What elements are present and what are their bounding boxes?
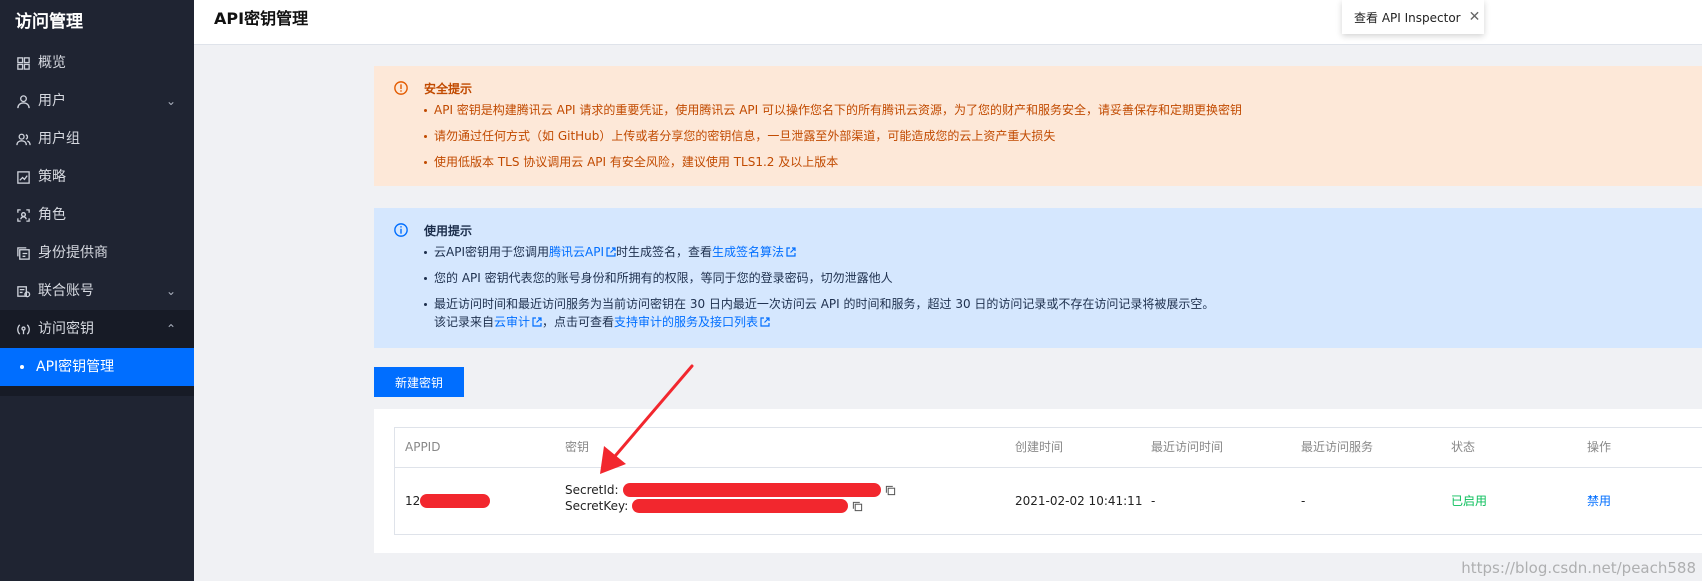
cloud-audit-link[interactable]: 云审计 — [494, 315, 530, 329]
sidebar-item-label: 身份提供商 — [38, 245, 108, 261]
annotation-arrow-icon — [600, 364, 694, 474]
column-header-status: 状态 — [1451, 440, 1476, 454]
column-header-last-access-service: 最近访问服务 — [1301, 440, 1374, 454]
user-group-icon — [15, 131, 31, 147]
tencent-cloud-api-link[interactable]: 腾讯云API — [549, 245, 604, 259]
usage-text: ，点击可查看 — [542, 315, 615, 329]
sidebar-item-policies[interactable]: 策略 — [0, 158, 194, 196]
sidebar-item-identity-providers[interactable]: 身份提供商 — [0, 234, 194, 272]
chevron-down-icon[interactable]: ⌄ — [166, 272, 176, 310]
sidebar-item-users[interactable]: 用户 ⌄ — [0, 82, 194, 120]
policy-icon — [15, 169, 31, 185]
external-link-icon — [760, 317, 770, 327]
secret-key-label: SecretKey: — [565, 499, 629, 513]
usage-notice-item: 最近访问时间和最近访问服务为当前访问密钥在 30 日内最近一次访问云 API 的… — [424, 295, 1702, 331]
close-icon[interactable]: ✕ — [1469, 9, 1481, 25]
usage-text: 云API密钥用于您调用 — [434, 245, 549, 259]
chevron-down-icon[interactable]: ⌄ — [166, 82, 176, 120]
usage-notice-item: 云API密钥用于您调用腾讯云API 时生成签名，查看生成签名算法 — [424, 243, 1702, 261]
warning-icon — [394, 81, 408, 95]
sidebar-item-user-groups[interactable]: 用户组 — [0, 120, 194, 158]
column-header-actions: 操作 — [1587, 440, 1612, 454]
page-title: API密钥管理 — [214, 9, 309, 28]
keys-table-card: APPID 密钥 创建时间 最近访问时间 最近访问服务 状态 操作 12 Sec… — [374, 409, 1702, 553]
signature-algorithm-link[interactable]: 生成签名算法 — [712, 245, 784, 259]
sidebar-item-label: 联合账号 — [38, 283, 94, 299]
external-link-icon — [532, 317, 542, 327]
usage-text: 该记录来自 — [434, 315, 495, 329]
copy-icon[interactable] — [885, 485, 896, 496]
sidebar-item-roles[interactable]: 角色 — [0, 196, 194, 234]
sidebar-item-api-key-management[interactable]: API密钥管理 — [0, 348, 194, 386]
sidebar-item-label: 概览 — [38, 55, 66, 71]
role-icon — [15, 207, 31, 223]
usage-text: 时生成签名，查看 — [616, 245, 713, 259]
usage-text: 最近访问时间和最近访问服务为当前访问密钥在 30 日内最近一次访问云 API 的… — [434, 297, 1215, 311]
sidebar-item-label: 角色 — [38, 207, 66, 223]
security-notice-title: 安全提示 — [424, 82, 473, 96]
security-notice-item: API 密钥是构建腾讯云 API 请求的重要凭证，使用腾讯云 API 可以操作您… — [424, 101, 1702, 119]
watermark: https://blog.csdn.net/peach588 — [1461, 559, 1696, 577]
column-header-created: 创建时间 — [1015, 440, 1064, 454]
security-notice-item: 请勿通过任何方式（如 GitHub）上传或者分享您的密钥信息，一旦泄露至外部渠道… — [424, 127, 1702, 145]
federated-account-icon — [15, 283, 31, 299]
redaction-mark — [420, 494, 491, 508]
user-icon — [15, 93, 31, 109]
copy-icon[interactable] — [852, 501, 863, 512]
created-time-cell: 2021-02-02 10:41:11 — [1015, 494, 1143, 508]
sidebar-item-label: 用户组 — [38, 131, 80, 147]
audit-services-link[interactable]: 支持审计的服务及接口列表 — [614, 315, 758, 329]
sidebar-title: 访问管理 — [15, 12, 83, 32]
info-icon — [394, 223, 408, 237]
external-link-icon — [786, 247, 796, 257]
security-notice-item: 使用低版本 TLS 协议调用云 API 有安全风险，建议使用 TLS1.2 及以… — [424, 153, 1702, 171]
redaction-mark — [622, 483, 881, 497]
usage-notice: 使用提示 云API密钥用于您调用腾讯云API 时生成签名，查看生成签名算法 您的 … — [374, 208, 1702, 348]
appid-prefix: 12 — [405, 494, 421, 508]
chevron-up-icon[interactable]: ⌃ — [166, 310, 176, 348]
sidebar-item-label: 访问密钥 — [38, 321, 94, 337]
column-header-appid: APPID — [405, 440, 441, 454]
sidebar-item-label: 策略 — [38, 169, 66, 185]
disable-link[interactable]: 禁用 — [1587, 468, 1611, 534]
sidebar-item-federated-accounts[interactable]: 联合账号 ⌄ — [0, 272, 194, 310]
sidebar-item-label: 用户 — [38, 93, 66, 109]
last-access-time-cell: - — [1151, 494, 1156, 508]
sidebar-submenu: API密钥管理 — [0, 348, 194, 396]
appid-cell: 12 — [405, 468, 491, 534]
usage-notice-title: 使用提示 — [424, 224, 473, 238]
create-key-button[interactable]: 新建密钥 — [374, 367, 464, 397]
secret-id-label: SecretId: — [565, 483, 619, 497]
table-row: 12 SecretId: SecretKey: 2021-02-02 10:41… — [395, 468, 1702, 534]
security-notice: 安全提示 API 密钥是构建腾讯云 API 请求的重要凭证，使用腾讯云 API … — [374, 66, 1702, 186]
sidebar-subitem-label: API密钥管理 — [36, 359, 115, 375]
grid-icon — [15, 55, 31, 71]
last-access-service-cell: - — [1301, 494, 1306, 508]
active-dot-icon — [20, 365, 24, 369]
api-inspector-label[interactable]: 查看 API Inspector — [1354, 9, 1461, 26]
column-header-key: 密钥 — [565, 440, 590, 454]
status-badge: 已启用 — [1451, 494, 1488, 508]
redaction-mark — [632, 499, 849, 513]
column-header-last-access-time: 最近访问时间 — [1151, 440, 1224, 454]
external-link-icon — [606, 247, 616, 257]
secret-cell: SecretId: SecretKey: — [565, 482, 896, 514]
sidebar-item-overview[interactable]: 概览 — [0, 44, 194, 82]
identity-provider-icon — [15, 245, 31, 261]
access-key-icon — [15, 321, 31, 337]
sidebar-item-access-keys[interactable]: 访问密钥 ⌃ — [0, 310, 194, 348]
usage-notice-item: 您的 API 密钥代表您的账号身份和所拥有的权限，等同于您的登录密码，切勿泄露他… — [424, 269, 1702, 287]
api-inspector-tab[interactable]: 查看 API Inspector ✕ — [1342, 0, 1484, 34]
sidebar: 访问管理 概览 用户 ⌄ 用户组 策略 角色 身份提供商 联合账号 ⌄ 访问密钥… — [0, 0, 194, 581]
